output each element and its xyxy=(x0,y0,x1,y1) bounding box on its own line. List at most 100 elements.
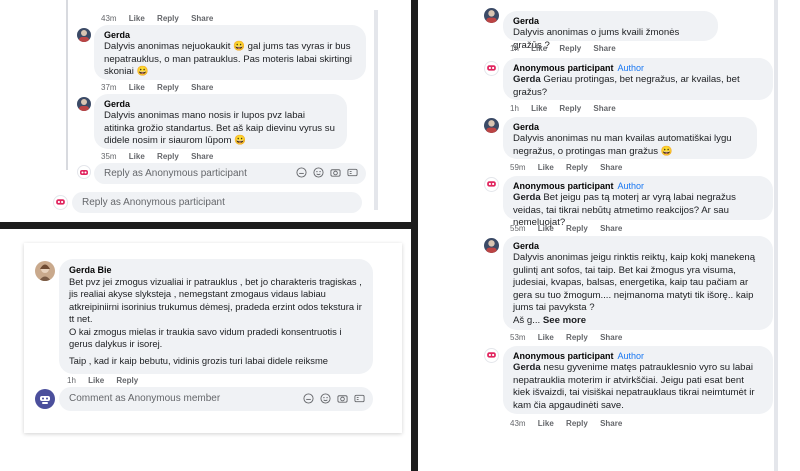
like-link[interactable]: Like xyxy=(531,104,547,113)
comment-author[interactable]: Gerda xyxy=(104,99,337,110)
avatar[interactable] xyxy=(484,118,499,133)
mention[interactable]: Gerda xyxy=(513,74,541,85)
avatar[interactable] xyxy=(35,261,55,281)
comment-line: O kai zmogus mielas ir traukia savo vidu… xyxy=(69,325,342,337)
author-name[interactable]: Anonymous participant xyxy=(513,63,614,73)
avatar xyxy=(77,165,91,179)
comment-author[interactable]: Gerda xyxy=(513,241,763,252)
like-link[interactable]: Like xyxy=(538,419,554,428)
comment-text: Bet pvz jei zmogus vizualiai ir patraukl… xyxy=(69,276,363,368)
author-name[interactable]: Anonymous participant xyxy=(513,351,614,361)
scrollbar[interactable] xyxy=(374,10,378,210)
comment-actions: 53m Like Reply Share xyxy=(510,333,632,342)
reply-link[interactable]: Reply xyxy=(566,333,588,342)
share-link[interactable]: Share xyxy=(600,419,622,428)
reply-tools xyxy=(296,167,358,178)
mention[interactable]: Gerda xyxy=(513,362,541,373)
comment-bubble: Gerda Dalyvis anonimas jeigu rinktis rei… xyxy=(503,236,773,330)
comment-time: 1h xyxy=(67,376,76,385)
share-link[interactable]: Share xyxy=(191,14,213,23)
emoji-icon[interactable] xyxy=(313,167,324,178)
avatar xyxy=(484,177,499,192)
comment-bubble: Anonymous participant Author Gerda Geriau… xyxy=(503,58,773,100)
avatar-sticker-icon[interactable] xyxy=(303,393,314,404)
like-link[interactable]: Like xyxy=(538,224,554,233)
share-link[interactable]: Share xyxy=(593,104,615,113)
comment-bubble: Anonymous participant Author Gerda Bet je… xyxy=(503,176,773,228)
comment-text: Dalyvis anonimas jeigu rinktis reiktų, k… xyxy=(513,252,756,314)
share-link[interactable]: Share xyxy=(600,163,622,172)
reply-link[interactable]: Reply xyxy=(116,376,138,385)
share-link[interactable]: Share xyxy=(191,83,213,92)
avatar xyxy=(484,348,499,363)
reply-placeholder: Reply as Anonymous participant xyxy=(104,168,247,179)
comment-text: Gerda nesu gyvenime matęs patrauklesnio … xyxy=(513,362,763,412)
panel-top-left: 43m Like Reply Share Gerda Dalyvis anoni… xyxy=(0,0,411,222)
avatar[interactable] xyxy=(77,97,91,111)
panel-right: Gerda Dalyvis anonimas o jums kvaili žmo… xyxy=(418,0,800,471)
avatar[interactable] xyxy=(77,28,91,42)
mention[interactable]: Gerda xyxy=(513,192,541,203)
like-link[interactable]: Like xyxy=(538,163,554,172)
comment-text: Dalyvis anonimas nejuokaukit 😀 gal jums … xyxy=(104,41,352,78)
comment-actions: 37m Like Reply Share xyxy=(101,83,223,92)
comment-line: tt net. xyxy=(69,313,93,325)
comment-text: Gerda Geriau protingas, bet negražus, ar… xyxy=(513,74,763,99)
like-link[interactable]: Like xyxy=(129,14,145,23)
reply-link[interactable]: Reply xyxy=(559,104,581,113)
like-link[interactable]: Like xyxy=(88,376,104,385)
reply-link[interactable]: Reply xyxy=(157,152,179,161)
comment-actions: 35m Like Reply Share xyxy=(101,152,223,161)
share-link[interactable]: Share xyxy=(600,333,622,342)
comment-time: 59m xyxy=(510,163,526,172)
reply-placeholder: Reply as Anonymous participant xyxy=(82,197,225,208)
reply-link[interactable]: Reply xyxy=(566,419,588,428)
like-link[interactable]: Like xyxy=(538,333,554,342)
reply-input[interactable]: Reply as Anonymous participant xyxy=(72,192,362,213)
avatar-sticker-icon[interactable] xyxy=(296,167,307,178)
comment-actions: 43m Like Reply Share xyxy=(510,419,632,428)
emoji-icon[interactable] xyxy=(320,393,331,404)
reply-link[interactable]: Reply xyxy=(157,83,179,92)
like-link[interactable]: Like xyxy=(129,152,145,161)
truncated-text: Aš g... xyxy=(513,314,541,326)
comment-line: Taip , kad ir kaip bebutu, vidinis grozi… xyxy=(69,355,328,367)
comment-author[interactable]: Gerda xyxy=(104,30,356,41)
comment-tools xyxy=(303,393,365,404)
avatar xyxy=(35,389,55,409)
reply-link[interactable]: Reply xyxy=(157,14,179,23)
reply-link[interactable]: Reply xyxy=(566,224,588,233)
like-link[interactable]: Like xyxy=(531,44,547,53)
gif-icon[interactable] xyxy=(354,393,365,404)
avatar xyxy=(53,195,68,210)
share-link[interactable]: Share xyxy=(593,44,615,53)
reply-link[interactable]: Reply xyxy=(559,44,581,53)
comment-author[interactable]: Gerda Bie xyxy=(69,265,363,276)
share-link[interactable]: Share xyxy=(191,152,213,161)
share-link[interactable]: Share xyxy=(600,224,622,233)
see-more-link[interactable]: See more xyxy=(543,315,586,326)
avatar[interactable] xyxy=(484,238,499,253)
comment-truncated: Aš g... See more xyxy=(513,315,763,328)
comment-author[interactable]: Gerda xyxy=(513,122,747,133)
camera-icon[interactable] xyxy=(337,393,348,404)
author-badge: Author xyxy=(617,63,645,73)
comment-actions: 43m Like Reply Share xyxy=(101,14,223,23)
reply-link[interactable]: Reply xyxy=(566,163,588,172)
camera-icon[interactable] xyxy=(330,167,341,178)
comment-actions: 1h Like Reply xyxy=(67,376,148,385)
avatar[interactable] xyxy=(484,8,499,23)
comment-line: jis realiai akyse slyksteja , nemegstant… xyxy=(69,288,326,300)
comment-body: Bet jeigu pas tą moterį ar vyrą labai ne… xyxy=(513,192,736,229)
like-link[interactable]: Like xyxy=(129,83,145,92)
gif-icon[interactable] xyxy=(347,167,358,178)
comment-actions: 1h Like Reply Share xyxy=(510,104,626,113)
comment-actions: 59m Like Reply Share xyxy=(510,163,632,172)
comment-author[interactable]: Gerda xyxy=(513,16,708,27)
comment-time: 37m xyxy=(101,83,117,92)
reply-input[interactable]: Reply as Anonymous participant xyxy=(94,163,366,184)
author-name[interactable]: Anonymous participant xyxy=(513,181,614,191)
comment-input[interactable]: Comment as Anonymous member xyxy=(59,387,373,411)
comment-author: Anonymous participant Author xyxy=(513,63,763,74)
scrollbar[interactable] xyxy=(774,0,778,471)
